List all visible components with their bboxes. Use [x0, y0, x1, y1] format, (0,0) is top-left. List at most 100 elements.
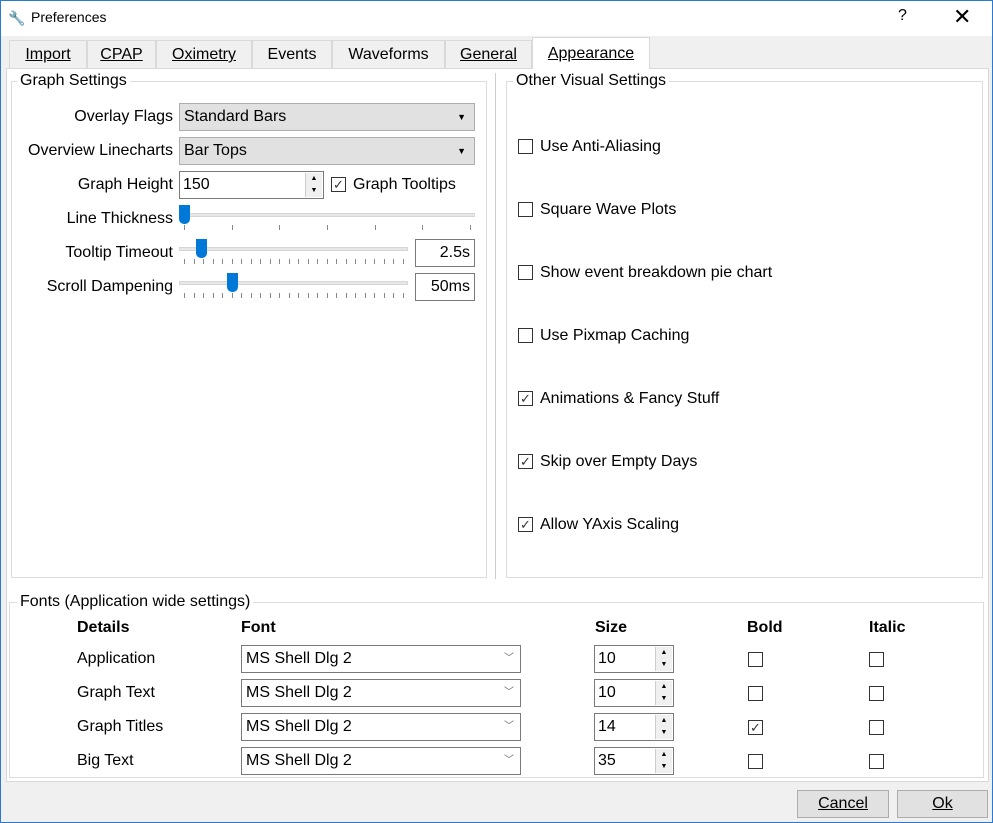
line-thickness-slider[interactable]: [179, 205, 475, 231]
font-detail-label: Graph Text: [77, 684, 155, 701]
other-visual-checkbox[interactable]: [518, 139, 533, 154]
slider-handle[interactable]: [226, 273, 238, 292]
scroll-dampening-value: 50ms: [415, 273, 475, 301]
header-font: Font: [241, 619, 276, 636]
tick-mark: [422, 225, 424, 230]
overview-linecharts-select[interactable]: Bar Tops ▼: [179, 137, 475, 165]
graph-height-spinbox[interactable]: 150 ▲ ▼: [179, 171, 324, 199]
font-size-spinbox[interactable]: 10 ▲ ▼: [594, 645, 674, 673]
tick-mark: [355, 259, 357, 264]
bold-checkbox[interactable]: [748, 754, 763, 769]
slider-handle[interactable]: [179, 205, 190, 224]
slider-ticks: [184, 293, 404, 298]
tick-mark: [212, 259, 214, 264]
title-bar: 🔧 Preferences ? ✕: [1, 1, 992, 36]
tab-label: Import: [25, 46, 71, 63]
graph-height-label: Graph Height: [77, 176, 173, 193]
cancel-button[interactable]: Cancel: [797, 790, 889, 818]
italic-checkbox[interactable]: [869, 686, 884, 701]
bold-checkbox[interactable]: ✓: [748, 720, 763, 735]
bold-checkbox[interactable]: [748, 652, 763, 667]
spin-arrows-icon[interactable]: ▲ ▼: [655, 715, 672, 739]
overview-linecharts-value: Bar Tops: [184, 142, 247, 159]
tick-mark: [222, 259, 224, 264]
tick-mark: [393, 259, 395, 264]
close-button[interactable]: ✕: [953, 4, 971, 30]
tick-mark: [203, 293, 205, 298]
graph-height-value: 150: [183, 176, 210, 193]
chevron-down-icon: ﹀: [504, 755, 514, 766]
tick-mark: [212, 293, 214, 298]
overlay-flags-select[interactable]: Standard Bars ▼: [179, 103, 475, 131]
spin-arrows-icon[interactable]: ▲ ▼: [655, 681, 672, 705]
tick-mark: [193, 293, 195, 298]
tick-mark: [222, 293, 224, 298]
tick-mark: [260, 293, 262, 298]
tab-appearance[interactable]: Appearance: [532, 37, 650, 69]
tick-mark: [203, 259, 205, 264]
tick-mark: [269, 259, 271, 264]
line-thickness-label: Line Thickness: [66, 210, 173, 227]
graph-tooltips-checkbox[interactable]: ✓: [331, 177, 346, 192]
font-value: MS Shell Dlg 2: [246, 684, 352, 701]
other-visual-checkbox[interactable]: [518, 265, 533, 280]
other-visual-checkbox[interactable]: [518, 202, 533, 217]
tab-waveforms[interactable]: Waveforms: [332, 40, 445, 69]
tab-label: Appearance: [547, 45, 635, 62]
tab-cpap[interactable]: CPAP: [87, 40, 156, 69]
overlay-flags-label: Overlay Flags: [74, 108, 173, 125]
tick-mark: [279, 293, 281, 298]
tab-import[interactable]: Import: [9, 40, 87, 69]
tab-oximetry[interactable]: Oximetry: [156, 40, 252, 69]
spin-arrows-icon[interactable]: ▲ ▼: [655, 749, 672, 773]
font-select[interactable]: MS Shell Dlg 2 ﹀: [241, 747, 521, 775]
italic-checkbox[interactable]: [869, 754, 884, 769]
tick-mark: [260, 259, 262, 264]
splitter[interactable]: [495, 73, 497, 579]
font-size-spinbox[interactable]: 14 ▲ ▼: [594, 713, 674, 741]
font-size-spinbox[interactable]: 10 ▲ ▼: [594, 679, 674, 707]
tick-mark: [327, 225, 328, 230]
tab-general[interactable]: General: [445, 40, 532, 69]
other-visual-label: Skip over Empty Days: [540, 453, 698, 470]
font-select[interactable]: MS Shell Dlg 2 ﹀: [241, 645, 521, 673]
tooltip-timeout-value: 2.5s: [415, 239, 475, 267]
tab-label: Waveforms: [348, 46, 429, 63]
other-visual-checkbox[interactable]: ✓: [518, 391, 533, 406]
scroll-dampening-slider[interactable]: [179, 273, 408, 299]
tick-mark: [355, 293, 357, 298]
tick-mark: [393, 293, 395, 298]
help-button[interactable]: ?: [898, 7, 907, 25]
font-select[interactable]: MS Shell Dlg 2 ﹀: [241, 679, 521, 707]
italic-checkbox[interactable]: [869, 652, 884, 667]
spin-arrows-icon[interactable]: ▲ ▼: [305, 173, 322, 197]
font-select[interactable]: MS Shell Dlg 2 ﹀: [241, 713, 521, 741]
slider-handle[interactable]: [196, 239, 208, 258]
tick-mark: [403, 293, 404, 298]
bold-checkbox[interactable]: [748, 686, 763, 701]
tick-mark: [184, 259, 185, 264]
tab-events[interactable]: Events: [252, 40, 332, 69]
other-visual-checkbox[interactable]: ✓: [518, 517, 533, 532]
tick-mark: [336, 259, 338, 264]
font-size-value: 10: [598, 650, 616, 667]
tick-mark: [298, 293, 300, 298]
other-visual-checkbox[interactable]: ✓: [518, 454, 533, 469]
ok-button[interactable]: Ok: [897, 790, 988, 818]
italic-checkbox[interactable]: [869, 720, 884, 735]
graph-tooltips-label: Graph Tooltips: [353, 176, 456, 193]
spin-arrows-icon[interactable]: ▲ ▼: [655, 647, 672, 671]
other-visual-label: Animations & Fancy Stuff: [540, 390, 720, 407]
other-visual-label: Use Pixmap Caching: [540, 327, 690, 344]
tick-mark: [374, 225, 376, 230]
other-visual-checkbox[interactable]: [518, 328, 533, 343]
tick-mark: [250, 293, 252, 298]
font-size-spinbox[interactable]: 35 ▲ ▼: [594, 747, 674, 775]
tooltip-timeout-slider[interactable]: [179, 239, 408, 265]
overlay-flags-value: Standard Bars: [184, 108, 287, 125]
tick-mark: [317, 293, 319, 298]
dropdown-arrow-icon: ▼: [457, 146, 466, 156]
tick-mark: [364, 259, 366, 264]
tab-label: General: [460, 46, 517, 63]
font-value: MS Shell Dlg 2: [246, 718, 352, 735]
